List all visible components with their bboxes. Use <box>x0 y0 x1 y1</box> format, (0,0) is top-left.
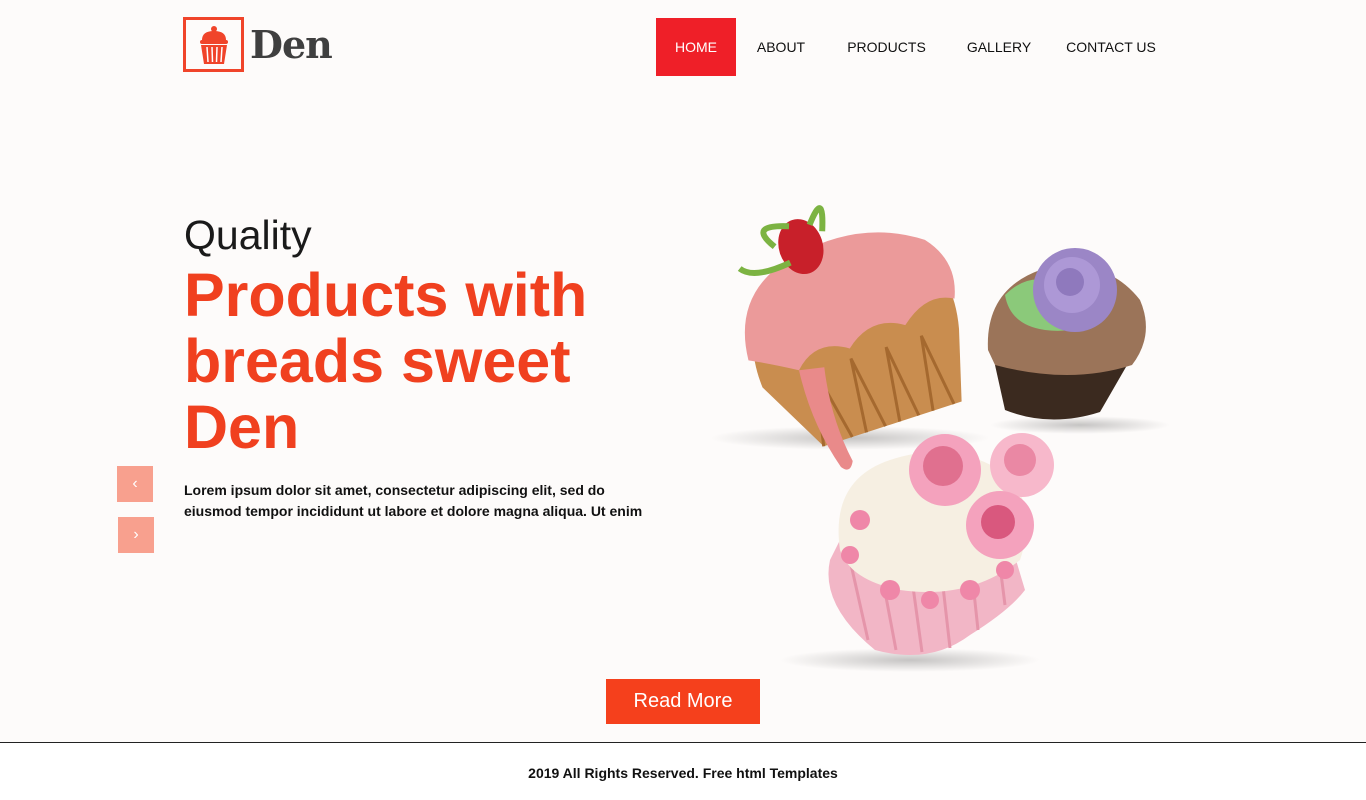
nav-home[interactable]: HOME <box>656 18 736 76</box>
hero-title: Products with breads sweet Den <box>184 261 588 461</box>
cupcake-icon <box>183 17 244 72</box>
read-more-button[interactable]: Read More <box>606 679 760 724</box>
cupcakes-image <box>700 160 1180 680</box>
main-nav: HOME ABOUT PRODUCTS GALLERY CONTACT US <box>656 18 1171 76</box>
chevron-left-icon: ‹ <box>132 475 138 492</box>
hero-kicker: Quality <box>184 212 312 258</box>
copyright-text: 2019 All Rights Reserved. Free html Temp… <box>528 765 838 781</box>
site-header: Den HOME ABOUT PRODUCTS GALLERY CONTACT … <box>0 0 1366 80</box>
site-footer: 2019 All Rights Reserved. Free html Temp… <box>0 742 1366 800</box>
nav-contact-us[interactable]: CONTACT US <box>1051 18 1171 76</box>
nav-about[interactable]: ABOUT <box>736 18 826 76</box>
hero-description: Lorem ipsum dolor sit amet, consectetur … <box>184 482 643 519</box>
slider-next-button[interactable]: › <box>118 517 154 553</box>
nav-products[interactable]: PRODUCTS <box>826 18 947 76</box>
logo[interactable]: Den <box>183 17 333 72</box>
logo-text: Den <box>250 22 333 67</box>
chevron-right-icon: › <box>133 526 139 543</box>
nav-gallery[interactable]: GALLERY <box>947 18 1051 76</box>
slider-prev-button[interactable]: ‹ <box>117 466 153 502</box>
